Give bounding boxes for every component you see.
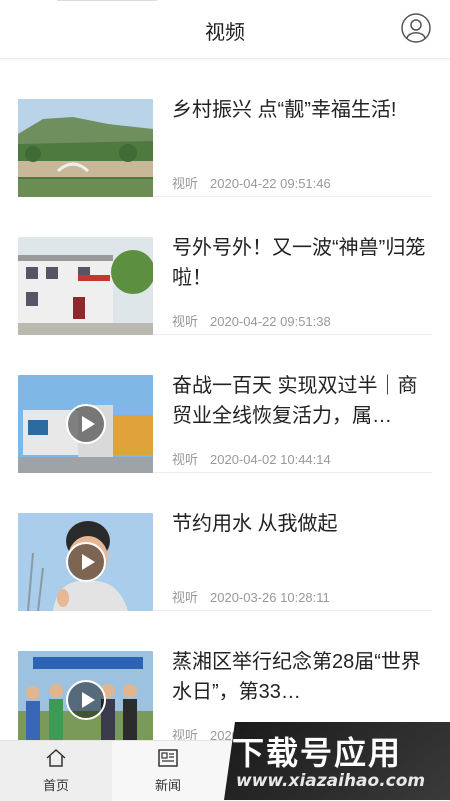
video-source: 视听 xyxy=(172,176,199,191)
user-icon[interactable] xyxy=(401,13,431,43)
video-thumbnail[interactable] xyxy=(18,375,153,473)
video-thumbnail[interactable] xyxy=(18,513,153,611)
video-thumbnail[interactable] xyxy=(18,651,153,740)
video-item[interactable]: 乡村振兴 点“靓”幸福生活! 视听 2020-04-22 09:51:46 xyxy=(18,59,432,197)
page-title: 视频 xyxy=(205,22,245,44)
video-time: 2020-04-02 10:44:14 xyxy=(210,452,331,467)
video-item[interactable]: 蒸湘区举行纪念第28届“世界水日”，第33… 视听2020-03-23 10:4… xyxy=(18,611,432,740)
watermark-url: www.xiazaihao.com xyxy=(236,771,426,791)
video-item[interactable]: 号外号外！又一波“神兽”归笼啦！ 视听 2020-04-22 09:51:38 xyxy=(18,197,432,335)
video-time: 2020-04-22 09:51:46 xyxy=(210,176,331,191)
video-item[interactable]: 节约用水 从我做起 视听 2020-03-26 10:28:11 xyxy=(18,473,432,611)
video-title[interactable]: 号外号外！又一波“神兽”归笼啦！ xyxy=(172,233,432,293)
play-icon[interactable] xyxy=(66,542,106,582)
top-edge-line xyxy=(57,0,157,1)
home-icon xyxy=(46,748,66,767)
video-source: 视听 xyxy=(172,590,199,605)
video-list: 乡村振兴 点“靓”幸福生活! 视听 2020-04-22 09:51:46 号外号… xyxy=(0,59,450,740)
video-title[interactable]: 节约用水 从我做起 xyxy=(172,509,432,569)
news-icon xyxy=(158,749,178,767)
video-source: 视听 xyxy=(172,314,199,329)
video-meta: 视听 2020-04-02 10:44:14 xyxy=(172,449,331,468)
video-title[interactable]: 蒸湘区举行纪念第28届“世界水日”，第33… xyxy=(172,647,432,707)
video-meta: 视听 2020-03-26 10:28:11 xyxy=(172,587,330,606)
tab-home-label: 首页 xyxy=(42,778,69,793)
tab-home[interactable]: 首页 xyxy=(0,741,112,801)
watermark-title: 下载号应用 xyxy=(232,734,403,772)
video-meta: 视听 2020-04-22 09:51:46 xyxy=(172,173,331,192)
video-thumbnail[interactable] xyxy=(18,99,153,197)
video-thumbnail[interactable] xyxy=(18,237,153,335)
video-source: 视听 xyxy=(172,728,199,740)
top-bar: 视频 xyxy=(0,0,450,59)
tab-news[interactable]: 新闻 xyxy=(112,741,224,801)
video-time: 2020-04-22 09:51:38 xyxy=(210,314,331,329)
tab-news-label: 新闻 xyxy=(154,778,181,793)
video-source: 视听 xyxy=(172,452,199,467)
video-time: 2020-03-26 10:28:11 xyxy=(210,590,330,605)
video-meta: 视听 2020-04-22 09:51:38 xyxy=(172,311,331,330)
video-item[interactable]: 奋战一百天 实现双过半｜商贸业全线恢复活力，属… 视听 2020-04-02 10… xyxy=(18,335,432,473)
play-icon[interactable] xyxy=(66,404,106,444)
play-icon[interactable] xyxy=(66,680,106,720)
video-title[interactable]: 乡村振兴 点“靓”幸福生活! xyxy=(172,95,432,155)
video-title[interactable]: 奋战一百天 实现双过半｜商贸业全线恢复活力，属… xyxy=(172,371,432,431)
